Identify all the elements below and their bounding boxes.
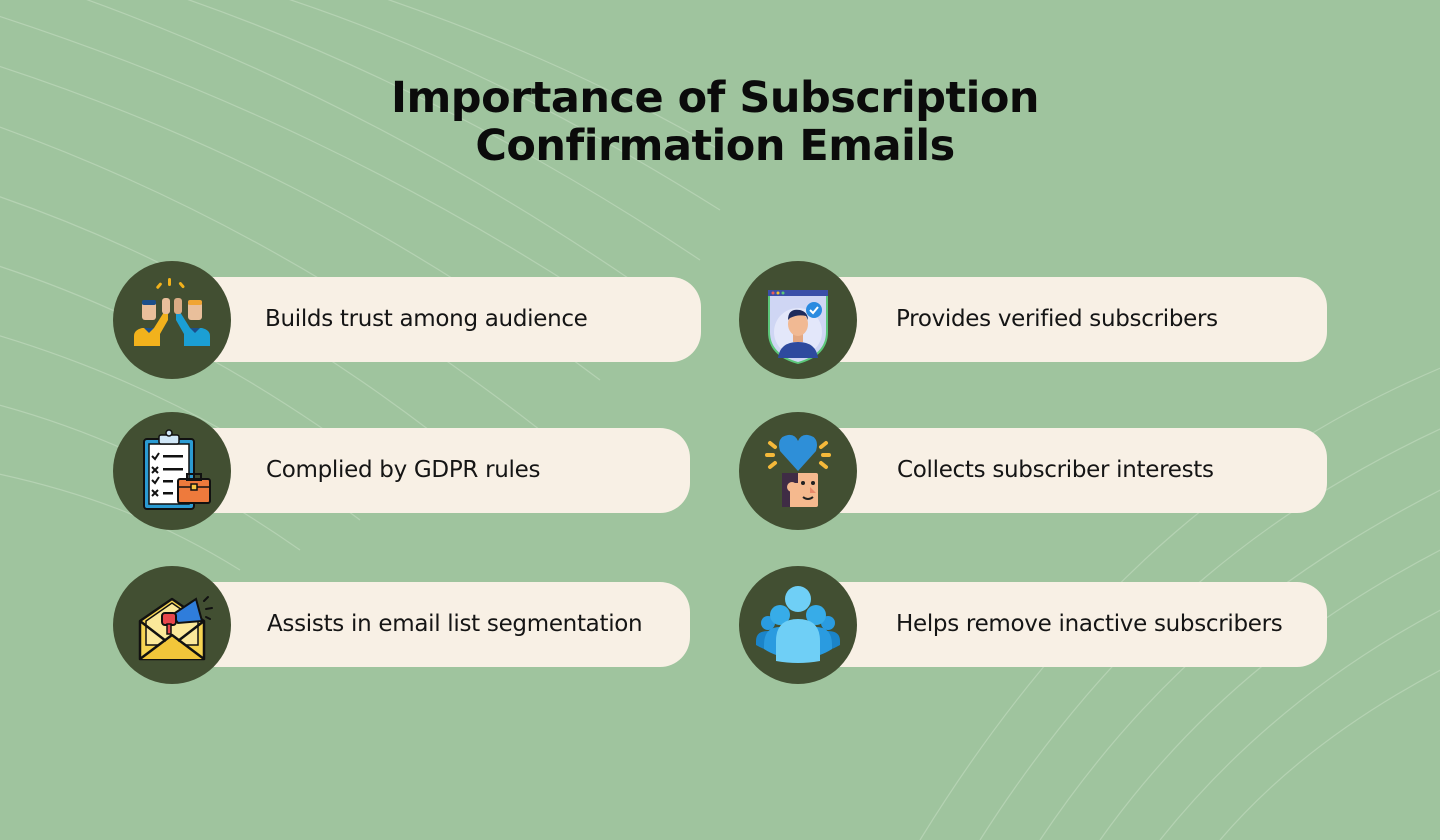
benefit-item-subscriber-interests: Collects subscriber interests — [739, 412, 1329, 530]
benefit-label: Helps remove inactive subscribers — [896, 611, 1283, 637]
icon-circle — [739, 412, 857, 530]
benefit-label: Assists in email list segmentation — [267, 611, 643, 637]
icon-circle — [739, 261, 857, 379]
verified-user-icon — [768, 290, 828, 364]
benefit-item-remove-inactive: Helps remove inactive subscribers — [739, 566, 1329, 684]
benefit-pill: Complied by GDPR rules — [203, 428, 690, 513]
benefit-label: Builds trust among audience — [265, 306, 588, 332]
page-title: Importance of Subscription Confirmation … — [0, 74, 1430, 170]
icon-circle — [113, 261, 231, 379]
benefit-pill: Helps remove inactive subscribers — [829, 582, 1327, 667]
icon-circle — [113, 566, 231, 684]
benefit-pill: Collects subscriber interests — [829, 428, 1327, 513]
title-line-2: Confirmation Emails — [475, 121, 955, 171]
high-five-icon — [134, 278, 210, 346]
clipboard-checklist-icon — [143, 429, 211, 510]
benefit-label: Provides verified subscribers — [896, 306, 1218, 332]
email-megaphone-icon — [138, 596, 213, 661]
benefit-pill: Assists in email list segmentation — [203, 582, 690, 667]
benefit-item-gdpr: Complied by GDPR rules — [113, 412, 693, 530]
benefit-item-verified-subscribers: Provides verified subscribers — [739, 261, 1329, 379]
title-line-1: Importance of Subscription — [391, 73, 1039, 123]
icon-circle — [113, 412, 231, 530]
benefit-pill: Provides verified subscribers — [829, 277, 1327, 362]
benefit-item-list-segmentation: Assists in email list segmentation — [113, 566, 693, 684]
benefit-item-builds-trust: Builds trust among audience — [113, 261, 703, 379]
group-users-icon — [756, 586, 840, 663]
benefit-label: Complied by GDPR rules — [266, 457, 541, 483]
heart-head-icon — [765, 434, 831, 507]
benefit-pill: Builds trust among audience — [203, 277, 701, 362]
icon-circle — [739, 566, 857, 684]
benefit-label: Collects subscriber interests — [897, 457, 1214, 483]
